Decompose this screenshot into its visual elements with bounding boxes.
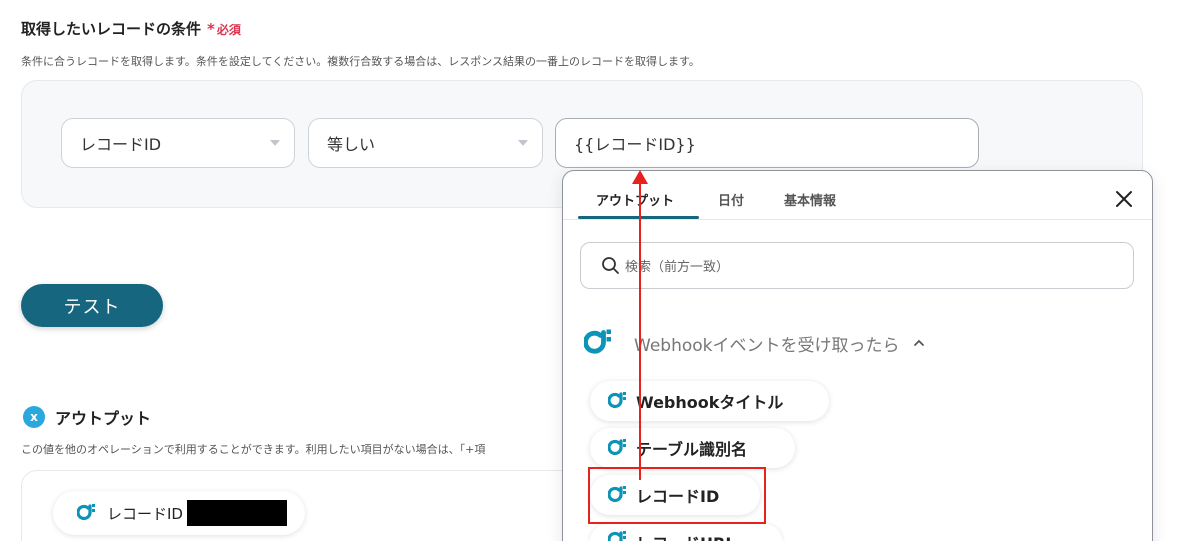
output-badge-icon: x [23,406,45,428]
output-item-webhook-title[interactable]: Webhookタイトル [590,381,829,421]
condition-title: 取得したいレコードの条件 * 必須 [21,18,241,39]
operator-select[interactable]: 等しい [308,118,543,168]
condition-description: 条件に合うレコードを取得します。条件を設定してください。複数行合致する場合は、レ… [21,55,700,68]
yoom-brand-icon [584,329,611,354]
test-button[interactable]: テスト [21,284,163,327]
output-title: x アウトプット [21,405,151,429]
field-select[interactable]: レコードID [61,118,295,168]
yoom-brand-icon [608,392,626,409]
condition-title-text: 取得したいレコードの条件 [21,20,202,38]
operator-select-value: 等しい [327,135,376,154]
output-item-label: レコードURL [636,530,736,541]
output-chip-label: レコードID [107,504,183,523]
output-item-table-id[interactable]: テーブル識別名 [590,428,795,468]
output-item-record-url[interactable]: レコードURL [590,524,782,541]
yoom-brand-icon [608,531,626,541]
operator-select-caret-icon [518,140,528,146]
chevron-up-icon [914,339,925,346]
annotation-arrow-head [632,170,648,184]
yoom-brand-icon [77,504,95,521]
search-icon [602,256,619,274]
output-item-label: Webhookタイトル [636,393,784,412]
required-mark: * [207,20,215,38]
output-chip-record-id[interactable]: レコードID [53,491,305,535]
search-input[interactable]: 検索（前方一致） [580,242,1134,289]
value-input-text: {{レコードID}} [574,135,696,154]
value-input[interactable]: {{レコードID}} [555,118,979,168]
close-icon[interactable] [1113,188,1135,210]
tab-output[interactable]: アウトプット [596,190,674,209]
tab-date[interactable]: 日付 [718,190,744,209]
yoom-brand-icon [608,439,626,456]
output-item-label: テーブル識別名 [636,440,748,459]
tab-divider [563,219,1152,220]
trigger-group-header[interactable]: Webhookイベントを受け取ったら [584,328,925,358]
required-label: 必須 [216,23,241,37]
output-title-text: アウトプット [55,409,152,428]
field-select-caret-icon [270,140,280,146]
field-select-value: レコードID [80,135,162,154]
output-description: この値を他のオペレーションで利用することができます。利用したい項目がない場合は、… [21,443,486,456]
trigger-group-label: Webhookイベントを受け取ったら [634,335,900,356]
redacted-value [186,500,287,526]
highlight-box [588,467,766,524]
annotation-arrow-shaft [639,180,641,480]
tab-basic-info[interactable]: 基本情報 [784,190,836,209]
